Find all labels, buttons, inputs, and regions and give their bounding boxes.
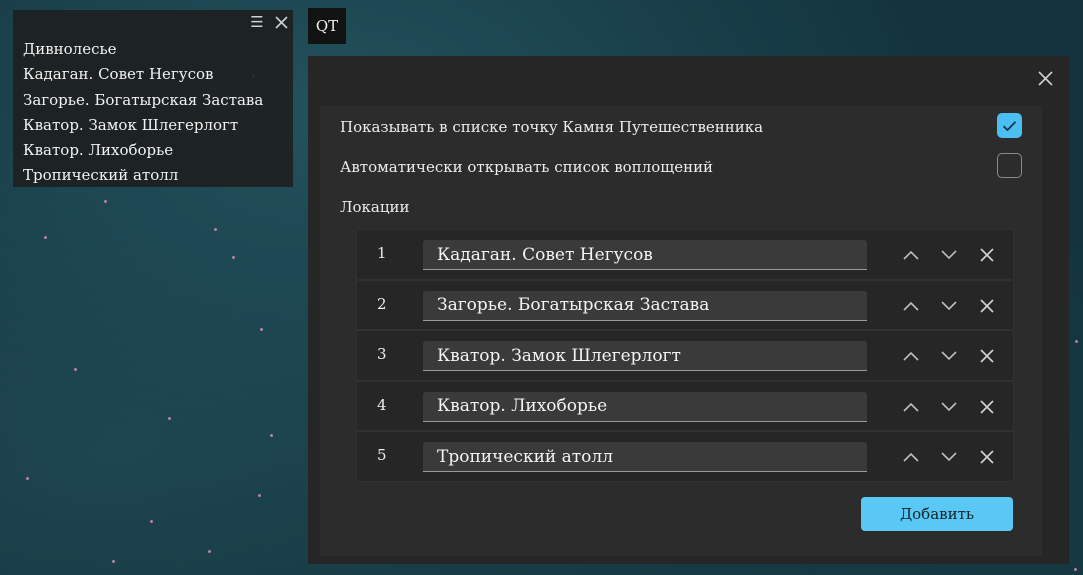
section-title-locations: Локации — [340, 198, 410, 216]
close-icon[interactable] — [273, 14, 289, 30]
row-number: 1 — [377, 244, 387, 262]
location-list-item[interactable]: Кадаган. Совет Негусов — [23, 62, 263, 87]
location-list-item[interactable]: Кватор. Лихоборье — [23, 138, 263, 163]
mini-window-controls: ☰ — [249, 14, 289, 30]
location-row: 5 Тропический атолл — [356, 431, 1014, 482]
location-list-item[interactable]: Тропический атолл — [23, 163, 263, 188]
location-list-item[interactable]: Загорье. Богатырская Застава — [23, 88, 263, 113]
location-list-item[interactable]: Кватор. Замок Шлегерлогт — [23, 113, 263, 138]
delete-icon[interactable] — [977, 296, 997, 316]
qt-toggle-button[interactable]: QT — [308, 8, 346, 44]
move-down-icon[interactable] — [939, 447, 959, 467]
locations-list: 1 Кадаган. Совет Негусов 2 Загорье. Бога… — [356, 229, 1014, 482]
add-location-button[interactable]: Добавить — [861, 497, 1013, 531]
row-number: 5 — [377, 446, 387, 464]
row-number: 3 — [377, 345, 387, 363]
option-label-auto-open-incarnations: Автоматически открывать список воплощени… — [340, 158, 714, 176]
move-down-icon[interactable] — [939, 245, 959, 265]
location-name-field[interactable]: Кадаган. Совет Негусов — [423, 240, 867, 270]
move-up-icon[interactable] — [901, 397, 921, 417]
move-down-icon[interactable] — [939, 346, 959, 366]
close-icon[interactable] — [1035, 68, 1055, 88]
move-up-icon[interactable] — [901, 245, 921, 265]
row-number: 4 — [377, 395, 387, 414]
checkbox-auto-open-incarnations[interactable] — [997, 153, 1022, 178]
location-row: 3 Кватор. Замок Шлегерлогт — [356, 330, 1014, 381]
row-actions — [901, 245, 997, 265]
location-row: 1 Кадаган. Совет Негусов — [356, 229, 1014, 280]
location-list-window: ☰ Дивнолесье Кадаган. Совет Негусов Заго… — [13, 10, 293, 187]
delete-icon[interactable] — [977, 245, 997, 265]
location-name-field[interactable]: Загорье. Богатырская Застава — [423, 290, 867, 321]
delete-icon[interactable] — [977, 346, 997, 366]
row-actions — [901, 296, 997, 316]
move-up-icon[interactable] — [901, 296, 921, 316]
delete-icon[interactable] — [977, 447, 997, 467]
settings-window: Показывать в списке точку Камня Путешест… — [308, 56, 1069, 564]
row-number: 2 — [377, 294, 387, 313]
location-name-field[interactable]: Тропический атолл — [423, 442, 867, 472]
location-row: 4 Кватор. Лихоборье — [356, 380, 1014, 431]
location-list: Дивнолесье Кадаган. Совет Негусов Загорь… — [23, 37, 263, 189]
location-name-field[interactable]: Кватор. Лихоборье — [423, 391, 867, 422]
hamburger-icon[interactable]: ☰ — [249, 14, 265, 30]
location-list-item[interactable]: Дивнолесье — [23, 37, 263, 62]
option-label-show-traveler-stone: Показывать в списке точку Камня Путешест… — [340, 118, 764, 136]
checkmark-icon — [1002, 120, 1017, 131]
checkbox-show-traveler-stone[interactable] — [997, 113, 1022, 138]
row-actions — [901, 447, 997, 467]
delete-icon[interactable] — [977, 397, 997, 417]
location-name-field[interactable]: Кватор. Замок Шлегерлогт — [423, 341, 867, 371]
settings-panel: Показывать в списке точку Камня Путешест… — [320, 106, 1042, 556]
move-down-icon[interactable] — [939, 296, 959, 316]
move-up-icon[interactable] — [901, 447, 921, 467]
row-actions — [901, 397, 997, 417]
move-up-icon[interactable] — [901, 346, 921, 366]
move-down-icon[interactable] — [939, 397, 959, 417]
row-actions — [901, 346, 997, 366]
location-row: 2 Загорье. Богатырская Застава — [356, 279, 1014, 330]
